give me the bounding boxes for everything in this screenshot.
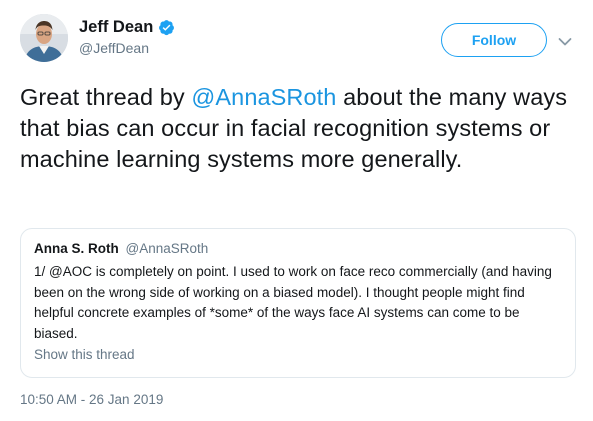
follow-button[interactable]: Follow (441, 23, 547, 57)
author-handle[interactable]: @JeffDean (79, 40, 175, 56)
mention-link[interactable]: @AnnaSRoth (191, 84, 336, 110)
quoted-author-handle: @AnnaSRoth (125, 241, 209, 256)
avatar[interactable] (20, 14, 68, 62)
tweet-text-before: Great thread by (20, 84, 192, 110)
quoted-tweet-header: Anna S. Roth @AnnaSRoth (34, 241, 208, 256)
author-display-name[interactable]: Jeff Dean (79, 18, 153, 37)
tweet-header: Jeff Dean @JeffDean Follow (20, 14, 580, 64)
quoted-author-name: Anna S. Roth (34, 241, 119, 256)
tweet-timestamp[interactable]: 10:50 AM - 26 Jan 2019 (20, 392, 163, 407)
show-thread-link[interactable]: Show this thread (34, 347, 135, 362)
author-names: Jeff Dean @JeffDean (79, 18, 175, 56)
name-row: Jeff Dean (79, 18, 175, 37)
verified-badge-icon (158, 19, 175, 36)
quoted-tweet-text: 1/ @AOC is completely on point. I used t… (34, 264, 552, 341)
tweet-text: Great thread by @AnnaSRoth about the man… (20, 82, 580, 175)
quoted-tweet-card[interactable]: Anna S. Roth @AnnaSRoth 1/ @AOC is compl… (20, 228, 576, 378)
chevron-down-icon[interactable] (558, 34, 572, 46)
